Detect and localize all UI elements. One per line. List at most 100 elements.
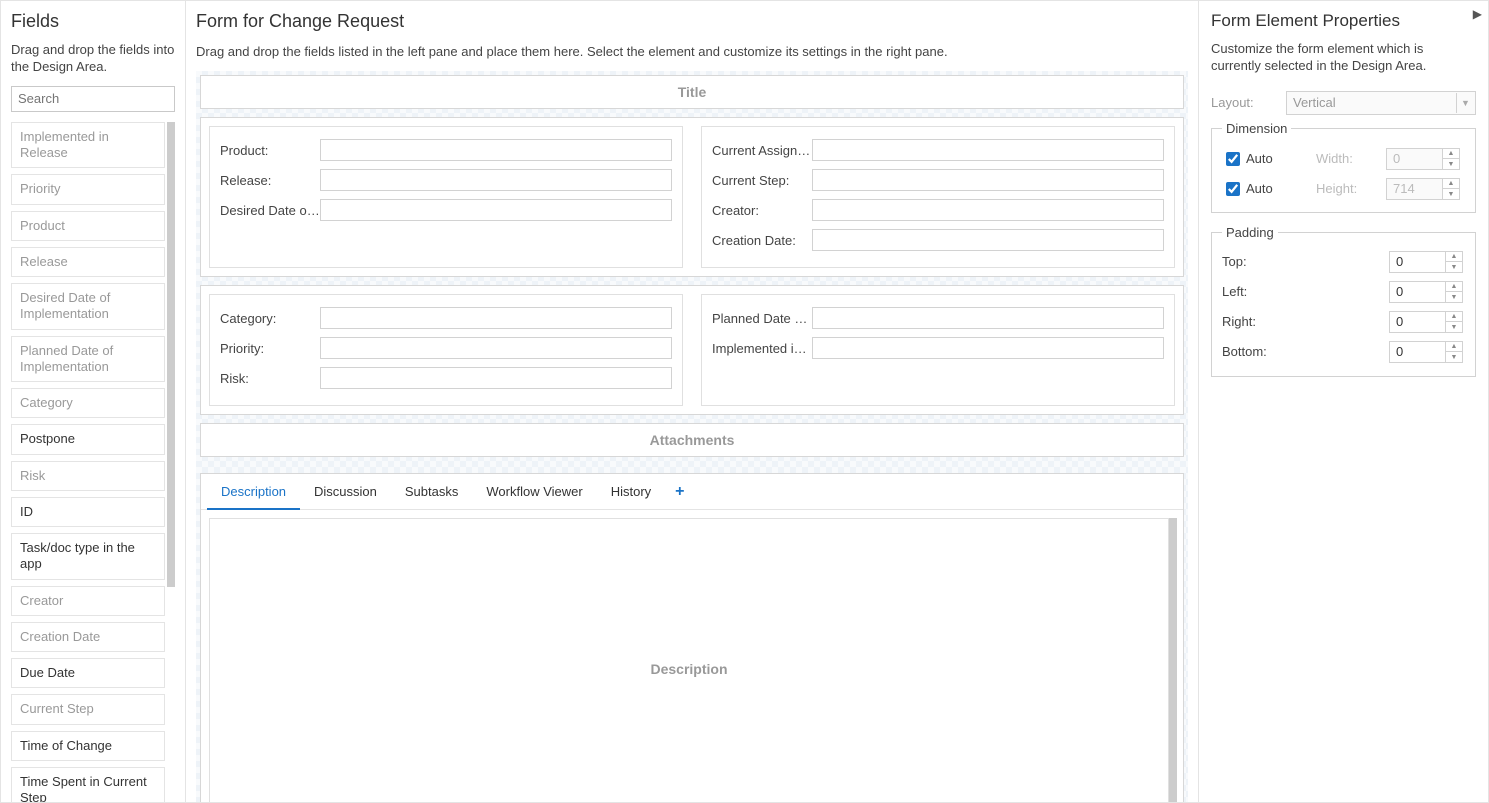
layout-select[interactable]: [1286, 91, 1476, 115]
arrow-down-icon[interactable]: ▼: [1446, 322, 1462, 332]
field-input[interactable]: [320, 139, 672, 161]
arrow-up-icon[interactable]: ▲: [1446, 312, 1462, 323]
form-field-row[interactable]: Risk:: [220, 365, 672, 391]
padding-top-spinner[interactable]: ▲▼: [1445, 251, 1463, 273]
arrow-down-icon[interactable]: ▼: [1446, 292, 1462, 302]
form-field-row[interactable]: Current Assignee:: [712, 137, 1164, 163]
field-input[interactable]: [812, 337, 1164, 359]
field-item[interactable]: Planned Date of Implementation: [11, 336, 165, 383]
form-subtitle: Drag and drop the fields listed in the l…: [196, 44, 1188, 59]
field-input[interactable]: [812, 307, 1164, 329]
form-field-row[interactable]: Current Step:: [712, 167, 1164, 193]
field-item[interactable]: Current Step: [11, 694, 165, 724]
height-input[interactable]: [1386, 178, 1442, 200]
collapse-icon[interactable]: ▶: [1473, 7, 1482, 21]
field-item[interactable]: Category: [11, 388, 165, 418]
width-input[interactable]: [1386, 148, 1442, 170]
design-area[interactable]: Title Product: Release: Desired Date of I.…: [196, 71, 1188, 802]
description-placeholder[interactable]: Description: [209, 518, 1169, 802]
arrow-up-icon[interactable]: ▲: [1446, 282, 1462, 293]
add-tab-button[interactable]: +: [665, 483, 694, 501]
form-field-row[interactable]: Implemented in ...: [712, 335, 1164, 361]
padding-right-spinner[interactable]: ▲▼: [1445, 311, 1463, 333]
field-item[interactable]: Task/doc type in the app: [11, 533, 165, 580]
tab-scrollbar[interactable]: [1169, 518, 1177, 802]
field-item[interactable]: Creator: [11, 586, 165, 616]
padding-left-input[interactable]: [1389, 281, 1445, 303]
field-item[interactable]: Priority: [11, 174, 165, 204]
arrow-down-icon[interactable]: ▼: [1443, 189, 1459, 199]
field-item[interactable]: Risk: [11, 461, 165, 491]
field-item[interactable]: Product: [11, 211, 165, 241]
auto-height-checkbox[interactable]: [1226, 182, 1240, 196]
form-field-row[interactable]: Creator:: [712, 197, 1164, 223]
properties-title: Form Element Properties: [1211, 11, 1476, 31]
field-input[interactable]: [320, 169, 672, 191]
field-item[interactable]: Release: [11, 247, 165, 277]
field-label: Desired Date of I...: [220, 203, 320, 218]
group1[interactable]: Product: Release: Desired Date of I... Cur…: [200, 117, 1184, 277]
tab-subtasks[interactable]: Subtasks: [391, 474, 472, 510]
search-input[interactable]: [11, 86, 175, 112]
field-item[interactable]: Implemented in Release: [11, 122, 165, 169]
tab-workflow-viewer[interactable]: Workflow Viewer: [472, 474, 596, 510]
tabs-block[interactable]: DescriptionDiscussionSubtasksWorkflow Vi…: [200, 473, 1184, 802]
tab-description[interactable]: Description: [207, 474, 300, 510]
group2[interactable]: Category: Priority: Risk: Planned Date of …: [200, 285, 1184, 415]
tab-discussion[interactable]: Discussion: [300, 474, 391, 510]
title-block[interactable]: Title: [200, 75, 1184, 109]
arrow-up-icon[interactable]: ▲: [1446, 342, 1462, 353]
group2-right[interactable]: Planned Date of ... Implemented in ...: [701, 294, 1175, 406]
padding-left-spinner[interactable]: ▲▼: [1445, 281, 1463, 303]
form-field-row[interactable]: Desired Date of I...: [220, 197, 672, 223]
padding-bottom-spinner[interactable]: ▲▼: [1445, 341, 1463, 363]
form-field-row[interactable]: Product:: [220, 137, 672, 163]
form-field-row[interactable]: Creation Date:: [712, 227, 1164, 253]
field-item[interactable]: Postpone: [11, 424, 165, 454]
field-list-wrap: Implemented in Release Priority Product Rel…: [11, 122, 175, 802]
field-input[interactable]: [320, 367, 672, 389]
field-item[interactable]: Due Date: [11, 658, 165, 688]
arrow-down-icon[interactable]: ▼: [1446, 262, 1462, 272]
padding-top-input[interactable]: [1389, 251, 1445, 273]
field-item[interactable]: Creation Date: [11, 622, 165, 652]
fields-panel: Fields Drag and drop the fields into the…: [1, 1, 186, 802]
field-item[interactable]: ID: [11, 497, 165, 527]
auto-width-checkbox[interactable]: [1226, 152, 1240, 166]
arrow-down-icon[interactable]: ▼: [1446, 352, 1462, 362]
field-input[interactable]: [812, 139, 1164, 161]
field-input[interactable]: [320, 307, 672, 329]
tab-content: Description: [205, 514, 1179, 802]
height-spinner[interactable]: ▲▼: [1442, 178, 1460, 200]
field-label: Creator:: [712, 203, 812, 218]
form-field-row[interactable]: Priority:: [220, 335, 672, 361]
field-item[interactable]: Desired Date of Implementation: [11, 283, 165, 330]
group1-left[interactable]: Product: Release: Desired Date of I...: [209, 126, 683, 268]
width-spinner[interactable]: ▲▼: [1442, 148, 1460, 170]
field-list-scrollbar[interactable]: [167, 122, 175, 587]
field-input[interactable]: [320, 337, 672, 359]
field-input[interactable]: [812, 229, 1164, 251]
auto-height-label: Auto: [1246, 181, 1316, 196]
field-item[interactable]: Time Spent in Current Step: [11, 767, 165, 802]
form-field-row[interactable]: Release:: [220, 167, 672, 193]
tab-history[interactable]: History: [597, 474, 665, 510]
field-input[interactable]: [812, 169, 1164, 191]
field-item[interactable]: Time of Change: [11, 731, 165, 761]
arrow-up-icon[interactable]: ▲: [1443, 179, 1459, 190]
field-input[interactable]: [320, 199, 672, 221]
arrow-up-icon[interactable]: ▲: [1446, 252, 1462, 263]
attachments-block[interactable]: Attachments: [200, 423, 1184, 457]
field-label: Category:: [220, 311, 320, 326]
group2-left[interactable]: Category: Priority: Risk:: [209, 294, 683, 406]
form-field-row[interactable]: Planned Date of ...: [712, 305, 1164, 331]
padding-bottom-input[interactable]: [1389, 341, 1445, 363]
arrow-down-icon[interactable]: ▼: [1443, 159, 1459, 169]
form-field-row[interactable]: Category:: [220, 305, 672, 331]
field-input[interactable]: [812, 199, 1164, 221]
padding-right-input[interactable]: [1389, 311, 1445, 333]
field-list-scroll-thumb[interactable]: [167, 122, 175, 587]
group1-right[interactable]: Current Assignee: Current Step: Creator: Cr…: [701, 126, 1175, 268]
tab-scroll-thumb[interactable]: [1169, 518, 1177, 802]
arrow-up-icon[interactable]: ▲: [1443, 149, 1459, 160]
